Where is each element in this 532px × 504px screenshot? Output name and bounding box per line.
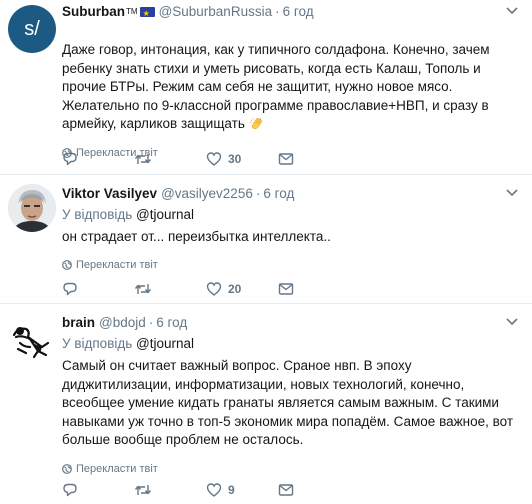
fullname[interactable]: Suburban [62, 3, 125, 21]
tweet-text: Самый он считает важный вопрос. Сраное н… [62, 358, 514, 447]
retweet-button[interactable] [134, 281, 206, 297]
tweet-2[interactable]: Viktor Vasilyev @vasilyev2256 · 6 год У … [0, 175, 532, 304]
avatar-drawing [12, 327, 50, 359]
retweet-button[interactable] [134, 482, 206, 498]
tweet-3[interactable]: brain @bdojd · 6 год У відповідь @tjourn… [0, 304, 532, 504]
reply-prefix: У відповідь [62, 336, 133, 351]
eu-flag-icon [139, 5, 155, 23]
tweet-text: Даже говор, интонация, как у типичного с… [62, 41, 522, 134]
tweet-1[interactable]: s/ Suburban TM @SuburbanRussia · 6 год Д… [0, 0, 532, 175]
heart-icon [206, 483, 222, 497]
separator-dot: · [148, 315, 154, 330]
avatar-brain[interactable] [8, 313, 56, 361]
chevron-down-icon[interactable] [504, 187, 520, 199]
retweet-icon [134, 154, 152, 164]
fullname[interactable]: brain [62, 314, 95, 332]
tweet-actions: 30 [62, 149, 350, 169]
separator-dot: · [275, 4, 280, 19]
heart-icon [206, 282, 222, 296]
tweet-actions: 20 [62, 279, 350, 299]
like-button[interactable]: 20 [206, 281, 278, 297]
reply-button[interactable] [62, 281, 134, 297]
translate-tweet-link[interactable]: Перекласти твіт [62, 462, 522, 476]
avatar-photo [8, 184, 56, 232]
separator-dot: · [255, 186, 261, 201]
like-count: 20 [228, 282, 242, 296]
tweet-text: он страдает от... переизбытка интеллекта… [62, 229, 331, 244]
globe-icon [62, 463, 72, 474]
direct-message-button[interactable] [278, 282, 350, 296]
reply-icon [63, 152, 77, 166]
username[interactable]: @SuburbanRussia [159, 3, 273, 21]
trademark-mark: TM [126, 7, 138, 16]
avatar-text: s/ [24, 18, 40, 40]
avatar-viktor-vasilyev[interactable] [8, 184, 56, 232]
tweet-actions: 9 [62, 480, 350, 500]
tweet-header: Viktor Vasilyev @vasilyev2256 · 6 год [62, 185, 522, 203]
reply-button[interactable] [62, 482, 134, 498]
username[interactable]: @vasilyev2256 [161, 185, 253, 203]
direct-message-button[interactable] [278, 483, 350, 497]
username[interactable]: @bdojd [99, 314, 146, 332]
retweet-button[interactable] [134, 151, 206, 167]
reply-prefix: У відповідь [62, 207, 133, 222]
mail-icon [278, 484, 294, 496]
fullname[interactable]: Viktor Vasilyev [62, 185, 157, 203]
reply-button[interactable] [62, 151, 134, 167]
like-count: 30 [228, 152, 242, 166]
reply-mention-link[interactable]: @tjournal [136, 207, 194, 222]
like-button[interactable]: 30 [206, 151, 278, 167]
chevron-down-icon[interactable] [504, 5, 520, 17]
translate-tweet-link[interactable]: Перекласти твіт [62, 258, 522, 272]
translate-label: Перекласти твіт [76, 462, 158, 475]
tweet-header: brain @bdojd · 6 год [62, 314, 522, 332]
retweet-icon [134, 485, 152, 495]
reply-icon [63, 282, 77, 296]
like-count: 9 [228, 483, 235, 497]
timestamp[interactable]: 6 год [283, 3, 314, 21]
mail-icon [278, 283, 294, 295]
tweet-header: Suburban TM @SuburbanRussia · 6 год [62, 3, 522, 23]
mail-icon [278, 153, 294, 165]
tweet-text-body: Даже говор, интонация, как у типичного с… [62, 42, 490, 131]
heart-icon [206, 152, 222, 166]
avatar-suburban[interactable]: s/ [8, 5, 56, 53]
reply-icon [63, 483, 77, 497]
timestamp[interactable]: 6 год [156, 314, 187, 332]
like-button[interactable]: 9 [206, 482, 278, 498]
retweet-icon [134, 284, 152, 294]
reply-context: У відповідь @tjournal [62, 335, 522, 353]
timestamp[interactable]: 6 год [263, 185, 294, 203]
translate-label: Перекласти твіт [76, 258, 158, 271]
globe-icon [62, 259, 72, 270]
reply-mention-link[interactable]: @tjournal [136, 336, 194, 351]
direct-message-button[interactable] [278, 152, 350, 166]
clapping-hands-emoji [249, 117, 263, 130]
reply-context: У відповідь @tjournal [62, 206, 522, 224]
chevron-down-icon[interactable] [504, 316, 520, 328]
